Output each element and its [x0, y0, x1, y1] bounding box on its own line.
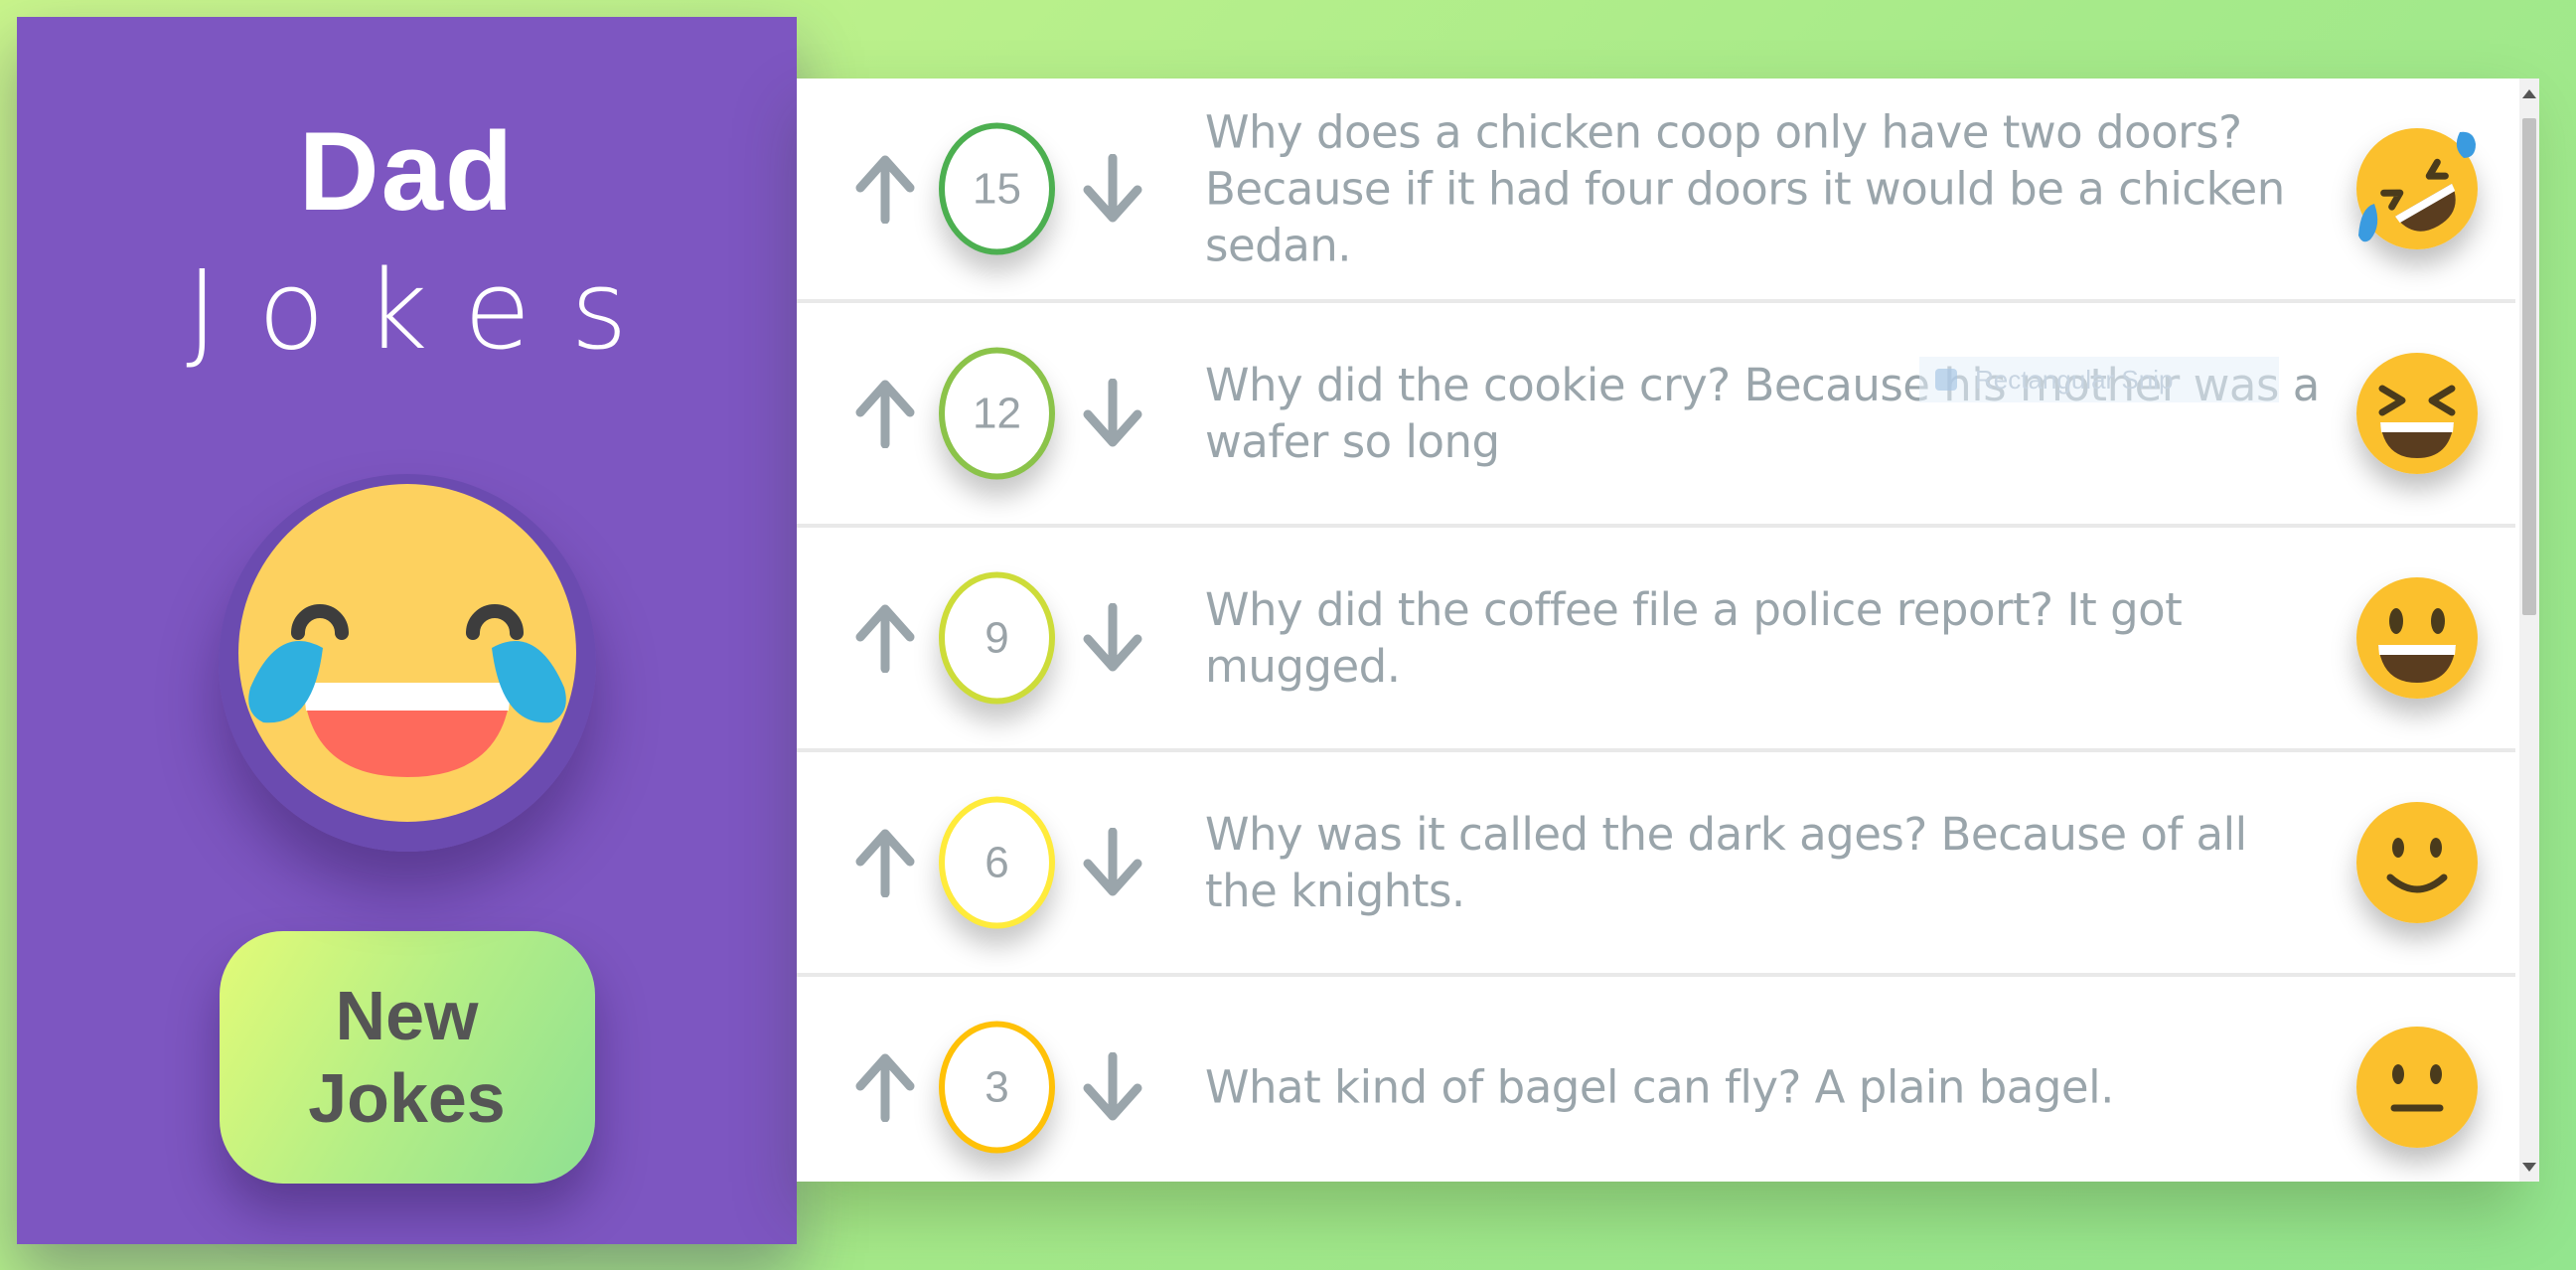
title-dad: Dad: [298, 109, 516, 234]
neutral-face-icon: [2356, 1027, 2478, 1148]
scroll-up-button[interactable]: [2519, 79, 2539, 108]
snip-overlay: Rectangular Snip: [1919, 357, 2279, 402]
downvote-arrow-icon[interactable]: [1080, 379, 1145, 448]
grinning-face-icon: [2356, 577, 2478, 699]
vote-score: 12: [939, 347, 1055, 480]
jokes-panel: 15 Why does a chicken coop only have two…: [797, 79, 2519, 1182]
grinning-squinting-face-icon: [2356, 353, 2478, 474]
joke-row: 6 Why was it called the dark ages? Becau…: [797, 752, 2515, 977]
new-jokes-button[interactable]: New Jokes: [219, 931, 595, 1184]
scroll-down-button[interactable]: [2519, 1152, 2539, 1182]
downvote-arrow-icon[interactable]: [1080, 603, 1145, 673]
caret-down-icon: [2522, 1162, 2536, 1172]
jokes-list: 15 Why does a chicken coop only have two…: [797, 79, 2515, 1182]
joke-row: 3 What kind of bagel can fly? A plain ba…: [797, 977, 2515, 1182]
joke-row: 15 Why does a chicken coop only have two…: [797, 79, 2515, 303]
snip-label: Rectangular Snip: [1975, 364, 2174, 395]
upvote-arrow-icon[interactable]: [852, 828, 918, 897]
vertical-scrollbar[interactable]: [2519, 79, 2539, 1182]
upvote-arrow-icon[interactable]: [852, 379, 918, 448]
vote-score: 9: [939, 571, 1055, 705]
vote-score: 6: [939, 796, 1055, 929]
upvote-arrow-icon[interactable]: [852, 1052, 918, 1122]
rolling-on-floor-laughing-icon: [2356, 128, 2478, 249]
laughing-with-tears-icon: [218, 474, 596, 852]
title-jokes: Jokes: [186, 246, 668, 374]
scrollbar-thumb[interactable]: [2522, 118, 2536, 615]
vote-score: 15: [939, 122, 1055, 255]
slightly-smiling-face-icon: [2356, 802, 2478, 923]
joke-text: What kind of bagel can fly? A plain bage…: [1205, 1060, 2114, 1114]
caret-up-icon: [2522, 88, 2536, 98]
joke-text: Why does a chicken coop only have two do…: [1205, 105, 2285, 272]
joke-text: Why did the coffee file a police report?…: [1205, 583, 2183, 693]
vote-score: 3: [939, 1021, 1055, 1154]
downvote-arrow-icon[interactable]: [1080, 828, 1145, 897]
snip-icon: [1935, 369, 1957, 391]
upvote-arrow-icon[interactable]: [852, 154, 918, 224]
downvote-arrow-icon[interactable]: [1080, 154, 1145, 224]
joke-row: 9 Why did the coffee file a police repor…: [797, 528, 2515, 752]
sidebar: Dad Jokes New Jokes: [17, 17, 797, 1244]
joke-row: 12 Why did the cookie cry? Because his m…: [797, 303, 2515, 528]
upvote-arrow-icon[interactable]: [852, 603, 918, 673]
joke-text: Why was it called the dark ages? Because…: [1205, 808, 2247, 917]
downvote-arrow-icon[interactable]: [1080, 1052, 1145, 1122]
